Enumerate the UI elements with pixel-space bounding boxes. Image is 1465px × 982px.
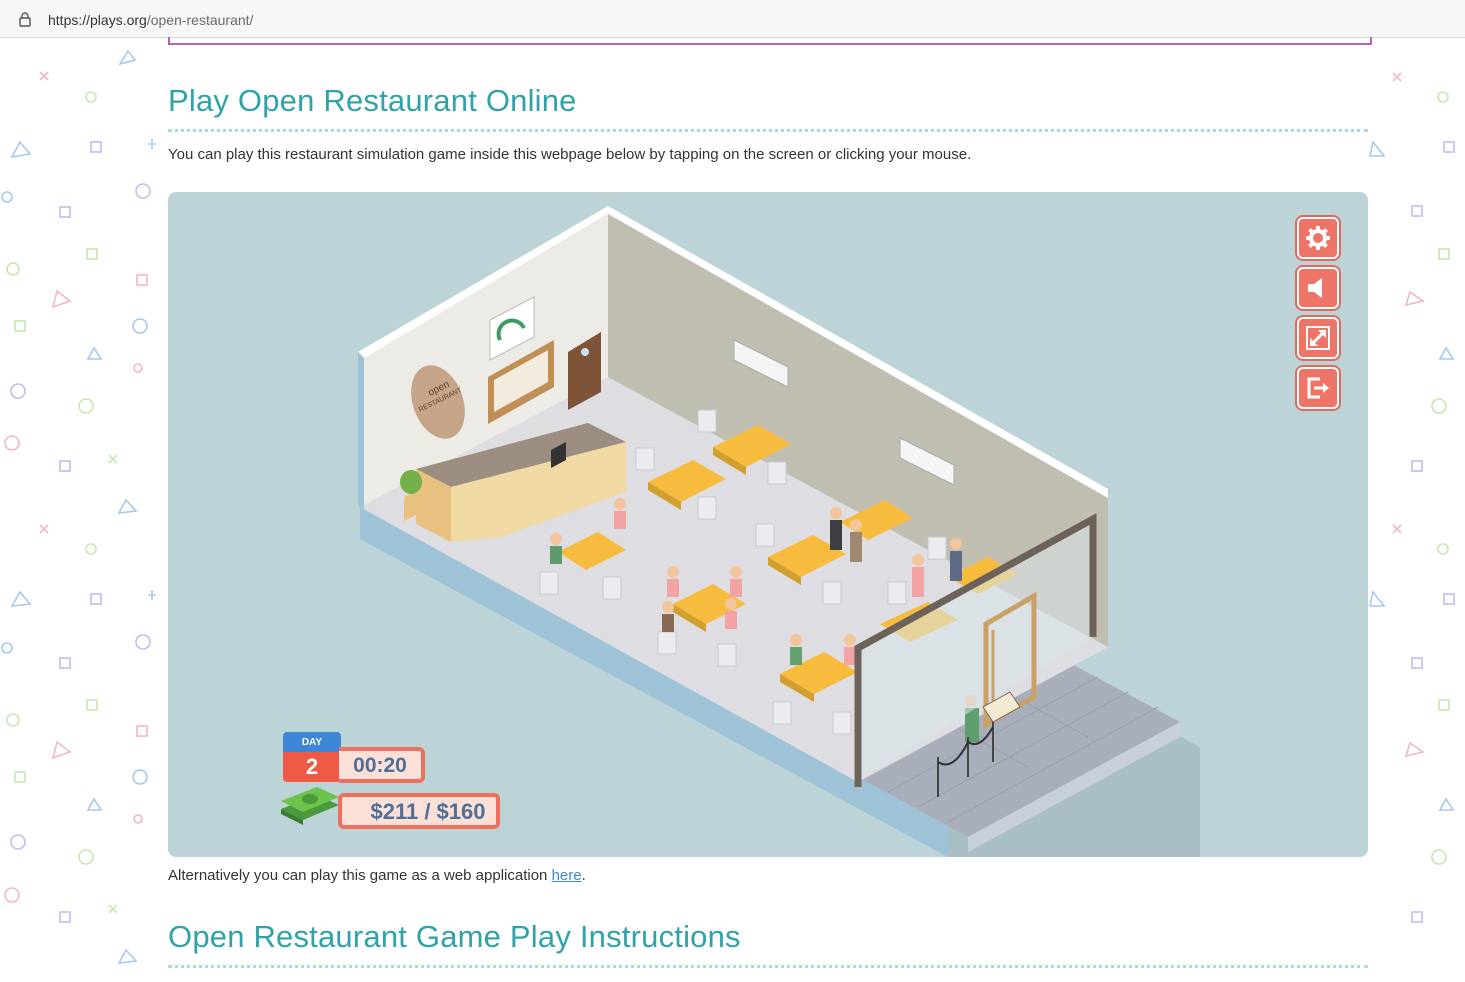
section-title-instructions: Open Restaurant Game Play Instructions	[168, 919, 741, 954]
timer-display: 00:20	[339, 747, 425, 783]
day-label: DAY	[283, 732, 341, 752]
gear-icon	[1306, 226, 1330, 250]
intro-text: You can play this restaurant simulation …	[168, 146, 972, 163]
alternative-prefix: Alternatively you can play this game as …	[168, 867, 552, 884]
url-text[interactable]: https://plays.org/open-restaurant/	[48, 12, 253, 28]
day-calendar: DAY 2	[283, 732, 341, 784]
expand-icon	[1306, 326, 1330, 350]
url-path: /open-restaurant/	[146, 12, 254, 28]
exit-icon	[1307, 377, 1329, 399]
title-divider	[168, 129, 1368, 132]
web-app-link[interactable]: here	[552, 867, 582, 884]
money-display: $211 / $160	[338, 793, 500, 829]
settings-button[interactable]	[1297, 217, 1339, 259]
instructions-divider	[168, 965, 1368, 968]
game-frame[interactable]: open RESTAURANT DAY 2 00:20 $211 / $160	[168, 192, 1368, 857]
exit-button[interactable]	[1297, 367, 1339, 409]
url-host: https://plays.org	[48, 12, 147, 28]
speaker-icon	[1308, 278, 1322, 298]
fullscreen-button[interactable]	[1297, 317, 1339, 359]
sound-button[interactable]	[1297, 267, 1339, 309]
page-content: Play Open Restaurant Online You can play…	[0, 37, 1465, 982]
previous-section-border	[168, 37, 1372, 45]
alternative-text: Alternatively you can play this game as …	[168, 867, 586, 884]
alternative-suffix: .	[581, 867, 586, 884]
cash-icon	[281, 787, 339, 825]
section-title-play: Play Open Restaurant Online	[168, 83, 577, 118]
day-number: 2	[283, 752, 341, 782]
address-bar[interactable]: https://plays.org/open-restaurant/	[0, 0, 1465, 38]
lock-icon	[19, 12, 31, 27]
